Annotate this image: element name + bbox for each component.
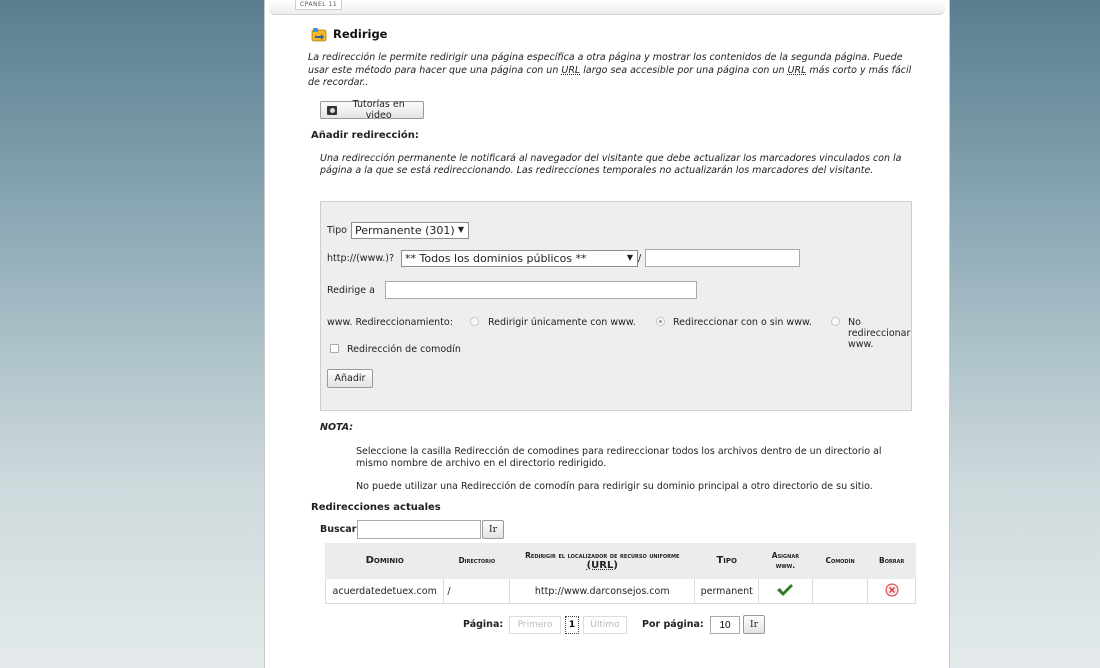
main-panel: CPANEL 11 Redirige La redirección le per… (264, 0, 950, 668)
wildcard-label: Redirección de comodín (347, 344, 461, 355)
add-redirect-form: Tipo Permanente (301) ▼ http://(www.)? *… (320, 201, 912, 411)
domain-select-value: ** Todos los dominios públicos ** (405, 252, 587, 265)
col-www[interactable]: Asignar www. (758, 543, 813, 579)
redirect-url-input[interactable] (385, 281, 697, 299)
type-label: Tipo (327, 225, 347, 236)
radio-www-optional[interactable] (656, 317, 665, 326)
wildcard-checkbox[interactable] (330, 344, 339, 353)
per-page-label: Por página: (642, 619, 704, 630)
radio-www-optional-label: Redireccionar con o sin www. (673, 317, 812, 328)
per-page-input[interactable] (710, 616, 740, 634)
radio-no-www[interactable] (831, 317, 840, 326)
url-abbr: URL (561, 64, 581, 76)
cell-delete (867, 578, 916, 604)
search-input[interactable] (357, 520, 481, 539)
cell-directory: / (443, 578, 511, 604)
add-button[interactable]: Añadir (327, 369, 373, 388)
delete-icon[interactable] (885, 583, 899, 597)
chevron-down-icon: ▼ (626, 253, 633, 262)
brand-label: CPANEL 11 (295, 0, 343, 10)
col-type[interactable]: Tipo (694, 543, 760, 579)
col-url[interactable]: Redirigir el localizador de recurso unif… (509, 543, 696, 579)
note-paragraph-2: No puede utilizar una Redirección de com… (356, 481, 873, 492)
page-title: Redirige (333, 27, 388, 41)
col-wildcard[interactable]: Comodín (811, 543, 869, 579)
url-abbr: URL (787, 64, 807, 76)
last-page-button[interactable]: Último (583, 616, 627, 634)
pagination: Página: Primero 1 Último Por página: Ir (265, 614, 951, 636)
type-select[interactable]: Permanente (301) ▼ (351, 222, 469, 239)
search-label: Buscar (320, 524, 357, 535)
top-bar: CPANEL 11 (269, 0, 945, 15)
radio-www-only-label: Redirigir únicamente con www. (488, 317, 636, 328)
col-delete-label: Borrar (878, 556, 905, 565)
chevron-down-icon: ▼ (457, 225, 464, 234)
table-header-row: Dominio Directorio Redirigir el localiza… (324, 543, 916, 579)
col-domain[interactable]: Dominio (324, 543, 445, 579)
add-redirect-heading: Añadir redirección: (311, 130, 419, 141)
video-tutorials-button[interactable]: Tutorías en video (320, 99, 424, 121)
note-title: NOTA: (320, 422, 354, 433)
cell-www (758, 578, 813, 604)
table-row: acuerdatedetuex.com / http://www.darcons… (324, 578, 916, 604)
col-directory[interactable]: Directorio (443, 543, 511, 579)
path-slash: / (638, 253, 642, 264)
video-button-label: Tutorías en video (352, 99, 405, 121)
cell-type: permanent (694, 578, 760, 604)
per-page-go-button[interactable]: Ir (743, 615, 765, 634)
col-url-label: Redirigir el localizador de recurso unif… (525, 551, 680, 560)
type-select-value: Permanente (301) (355, 224, 455, 237)
radio-no-www-text: No redireccionar www. (848, 317, 911, 350)
col-wildcard-label: Comodín (825, 556, 855, 565)
www-redirect-label: www. Redireccionamiento: (327, 317, 453, 328)
col-delete: Borrar (867, 543, 916, 579)
first-page-button[interactable]: Primero (509, 616, 561, 634)
col-url-abbr: (URL) (586, 560, 618, 571)
col-domain-label: Dominio (365, 555, 404, 566)
check-icon (777, 583, 794, 596)
radio-www-only[interactable] (470, 317, 479, 326)
intro-text: La redirección le permite redirigir una … (308, 52, 914, 90)
camera-icon (327, 105, 338, 115)
cell-wildcard (811, 578, 869, 604)
http-prefix-label: http://(www.)? (327, 253, 395, 264)
cell-domain: acuerdatedetuex.com (324, 578, 445, 604)
current-redirects-heading: Redirecciones actuales (311, 502, 441, 513)
page-label: Página: (463, 619, 504, 630)
domain-select[interactable]: ** Todos los dominios públicos ** ▼ (401, 250, 638, 267)
path-input[interactable] (645, 249, 800, 267)
col-www-label: Asignar www. (771, 551, 800, 570)
col-directory-label: Directorio (458, 556, 496, 565)
intro-text-part: largo sea accesible por una página con u… (580, 64, 788, 76)
redirects-table: Dominio Directorio Redirigir el localiza… (324, 543, 916, 604)
search-button[interactable]: Ir (482, 520, 504, 539)
cell-url: http://www.darconsejos.com (509, 578, 696, 604)
radio-no-www-label: No redireccionar www. (848, 317, 911, 350)
redirect-to-label: Redirige a (327, 285, 375, 296)
col-type-label: Tipo (716, 555, 737, 566)
redirect-icon (311, 28, 327, 42)
note-paragraph-1: Seleccione la casilla Redirección de com… (356, 446, 882, 469)
current-page[interactable]: 1 (565, 616, 579, 634)
add-redirect-description: Una redirección permanente le notificará… (320, 153, 902, 176)
